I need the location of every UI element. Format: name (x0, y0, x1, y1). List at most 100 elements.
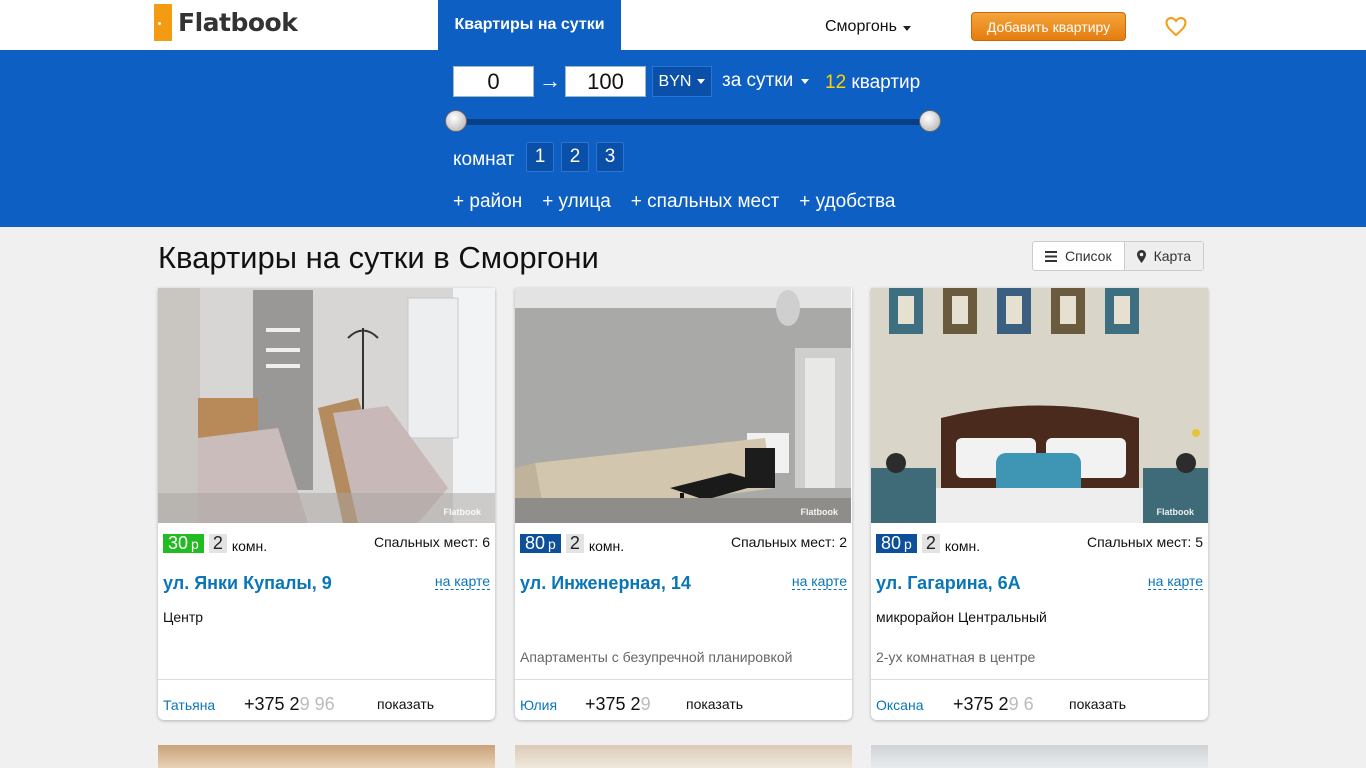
logo[interactable]: Flatbook (154, 4, 298, 41)
more-filters: + район + улица + спальных мест + удобст… (453, 191, 896, 213)
phone-hidden: 9 96 (299, 694, 335, 714)
owner-name[interactable]: Оксана (876, 697, 923, 713)
nav-tab-daily-rent[interactable]: Квартиры на сутки (438, 0, 621, 50)
rooms-badge: 2 (565, 534, 584, 553)
listing-card[interactable]: Flatbook 30 р 2 комн. Спальных мест: 6 у… (158, 288, 495, 720)
price-value: 80 (881, 533, 902, 553)
beds-count: Спальных мест: 6 (373, 534, 490, 550)
period-label: за сутки (722, 70, 794, 91)
rooms-option-2[interactable]: 2 (561, 142, 589, 172)
show-phone-button[interactable]: показать (1069, 696, 1126, 712)
results-count: 12 квартир (825, 72, 920, 94)
listing-photo[interactable]: Flatbook (515, 288, 852, 523)
filter-district-link[interactable]: + район (453, 191, 522, 213)
chevron-down-icon (697, 79, 706, 84)
photo-watermark: Flatbook (443, 507, 482, 517)
brand-name: Flatbook (178, 8, 298, 37)
rooms-unit: комн. (944, 538, 981, 554)
card-footer: Юлия +375 29 показать (515, 679, 852, 720)
map-marker-icon (1136, 249, 1146, 263)
listing-district: Центр (163, 609, 204, 625)
price-currency: р (904, 536, 912, 552)
range-arrow: → (539, 68, 561, 93)
price-slider-track[interactable] (456, 119, 930, 125)
price-badge: 80 р (520, 534, 561, 553)
photo-watermark: Flatbook (800, 507, 839, 517)
show-on-map-link[interactable]: на карте (791, 574, 847, 590)
rooms-option-3[interactable]: 3 (596, 142, 624, 172)
bedroom-photo (871, 288, 1208, 523)
phone-number: +375 29 6 (953, 694, 1041, 715)
period-select[interactable]: за сутки (722, 70, 810, 92)
listing-description: 2-ух комнатная в центре (876, 649, 1036, 665)
price-row: 80 р 2 комн. (520, 533, 624, 554)
city-selector[interactable]: Сморгонь (825, 18, 911, 36)
chevron-down-icon (902, 25, 911, 31)
listing-card[interactable]: Flatbook 80 р 2 комн. Спальных мест: 2 у… (515, 288, 852, 720)
price-currency: р (548, 536, 556, 552)
listing-photo-partial[interactable] (515, 745, 852, 768)
results-count-number: 12 (825, 72, 847, 93)
price-row: 30 р 2 комн. (163, 533, 267, 554)
door-logo-icon (154, 4, 172, 41)
rooms-unit: комн. (231, 538, 268, 554)
filter-street-link[interactable]: + улица (542, 191, 611, 213)
city-label: Сморгонь (825, 18, 897, 35)
price-slider-max-handle[interactable] (919, 110, 941, 132)
show-on-map-link[interactable]: на карте (1147, 574, 1203, 590)
price-value: 30 (168, 533, 189, 553)
listing-card[interactable]: Flatbook 80 р 2 комн. Спальных мест: 5 у… (871, 288, 1208, 720)
price-badge: 30 р (163, 534, 204, 553)
listing-description: Апартаменты с безупречной планировкой (520, 649, 793, 665)
price-min-input[interactable]: 0 (453, 66, 534, 97)
listing-address[interactable]: ул. Инженерная, 14 (520, 573, 691, 594)
listing-photo-partial[interactable] (158, 745, 495, 768)
view-toggle: Список Карта (1032, 241, 1205, 271)
results-count-label: квартир (851, 72, 921, 93)
owner-name[interactable]: Татьяна (163, 697, 215, 713)
bedroom-photo (158, 288, 495, 523)
price-value: 80 (525, 533, 546, 553)
rooms-unit: комн. (588, 538, 625, 554)
filter-amenities-link[interactable]: + удобства (799, 191, 895, 213)
show-phone-button[interactable]: показать (377, 696, 434, 712)
show-phone-button[interactable]: показать (686, 696, 743, 712)
beds-count: Спальных мест: 2 (730, 534, 847, 550)
phone-number: +375 29 96 (244, 694, 344, 715)
rooms-label: комнат (453, 149, 515, 170)
rooms-option-1[interactable]: 1 (526, 142, 554, 172)
page-title: Квартиры на сутки в Сморгони (158, 240, 599, 275)
price-max-input[interactable]: 100 (565, 66, 646, 97)
price-badge: 80 р (876, 534, 917, 553)
heart-icon[interactable] (1164, 15, 1188, 39)
price-slider-min-handle[interactable] (445, 110, 467, 132)
currency-select[interactable]: BYN (652, 66, 712, 97)
listing-address[interactable]: ул. Гагарина, 6А (876, 573, 1021, 594)
listing-photo[interactable]: Flatbook (158, 288, 495, 523)
listing-photo-partial[interactable] (871, 745, 1208, 768)
card-footer: Татьяна +375 29 96 показать (158, 679, 495, 720)
listing-district: микрорайон Центральный (876, 609, 1047, 625)
rooms-badge: 2 (921, 534, 940, 553)
view-list-label: Список (1065, 248, 1112, 264)
photo-watermark: Flatbook (1156, 507, 1195, 517)
listing-address[interactable]: ул. Янки Купалы, 9 (163, 573, 332, 594)
top-navbar: Flatbook Квартиры на сутки Сморгонь Доба… (0, 0, 1366, 50)
filter-panel: 0 → 100 BYN за сутки 12 квартир комнат 1… (0, 50, 1366, 227)
add-apartment-button[interactable]: Добавить квартиру (971, 12, 1126, 41)
price-row: 80 р 2 комн. (876, 533, 980, 554)
price-currency: р (191, 536, 199, 552)
show-on-map-link[interactable]: на карте (434, 574, 490, 590)
phone-visible: +375 2 (953, 694, 1009, 714)
phone-visible: +375 2 (244, 694, 300, 714)
filter-beds-link[interactable]: + спальных мест (631, 191, 779, 213)
view-map-button[interactable]: Карта (1123, 242, 1204, 270)
phone-hidden: 9 6 (1008, 694, 1034, 714)
chevron-down-icon (801, 78, 810, 84)
list-icon (1045, 250, 1057, 262)
view-list-button[interactable]: Список (1033, 242, 1124, 270)
living-room-photo (515, 288, 851, 523)
owner-name[interactable]: Юлия (520, 697, 557, 713)
listing-photo[interactable]: Flatbook (871, 288, 1208, 523)
view-map-label: Карта (1153, 248, 1192, 264)
